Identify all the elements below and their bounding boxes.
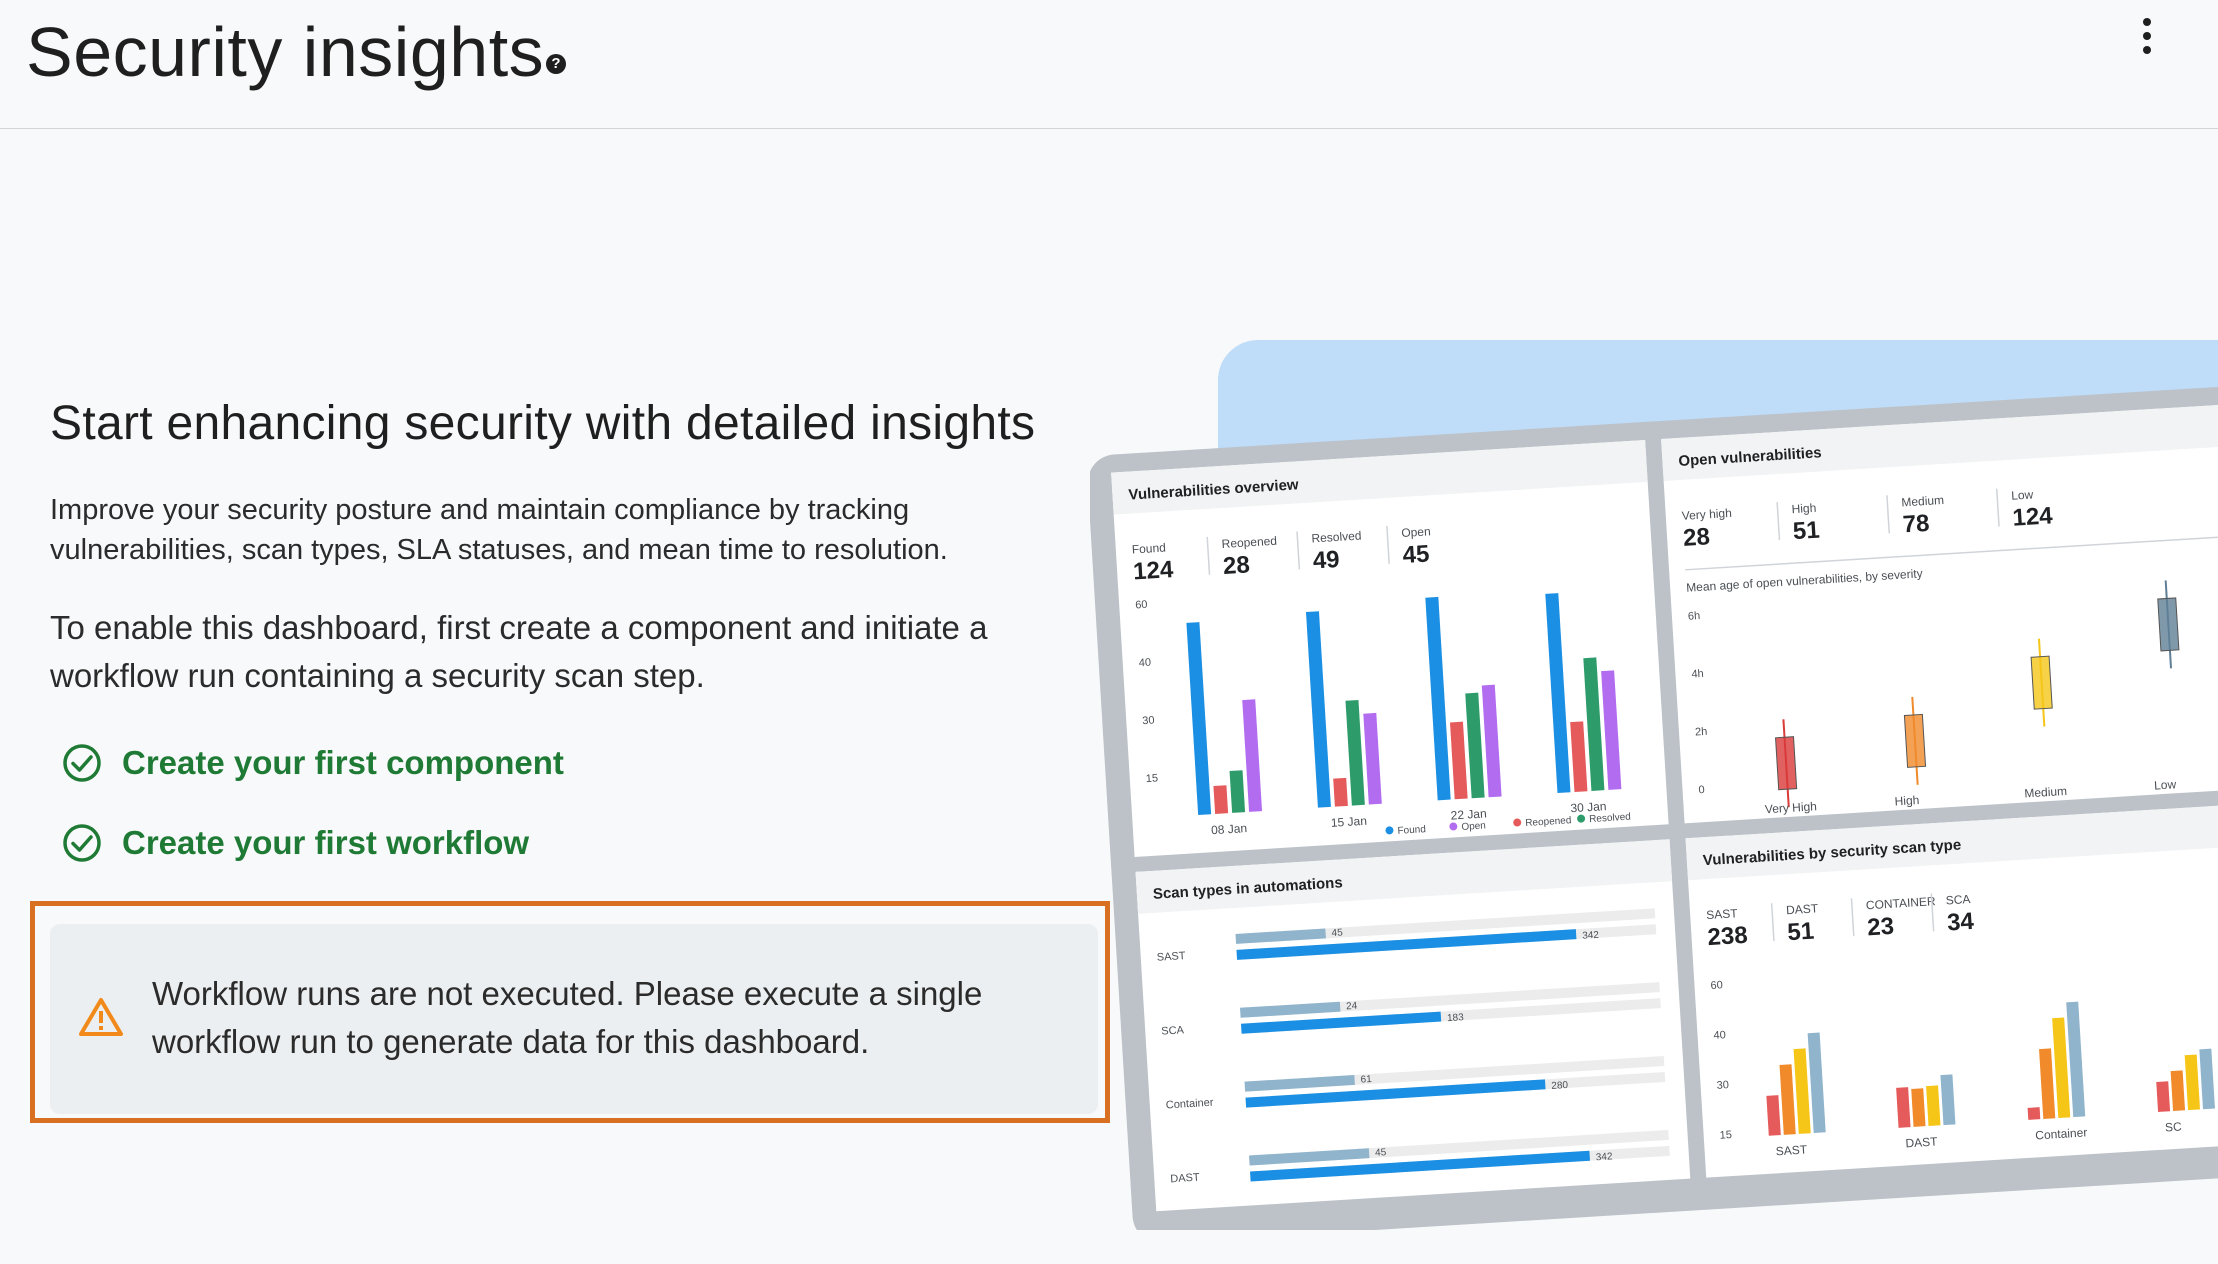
bar-value: 45 — [1375, 1147, 1387, 1159]
y-tick-label: 30 — [1142, 714, 1155, 727]
create-workflow-link[interactable]: Create your first workflow — [62, 820, 529, 866]
bar-value: 24 — [1346, 1001, 1358, 1013]
bar — [2170, 1070, 2186, 1112]
stat-value: 23 — [1866, 913, 1894, 942]
scan-type-vulnerabilities-panel: Vulnerabilities by security scan type SA… — [1685, 803, 2218, 1178]
stat-value: 238 — [1707, 922, 1749, 951]
stat-label: Found — [1131, 540, 1166, 556]
scan-types-panel: Scan types in automations SAST45 342SCA24… — [1135, 839, 1691, 1212]
warning-alert: Workflow runs are not executed. Please e… — [50, 924, 1098, 1114]
box-plot — [1775, 736, 1798, 791]
bar-value: 342 — [1596, 1151, 1614, 1163]
bar — [2027, 1107, 2041, 1120]
y-tick-label: 40 — [1138, 657, 1151, 670]
bar — [1766, 1095, 1781, 1136]
y-tick-label: 60 — [1135, 599, 1148, 612]
stat-value: 28 — [1222, 551, 1250, 580]
stat-value: 34 — [1946, 908, 1975, 937]
dashboard-preview-illustration: Vulnerabilities overview Found 124 Reopene… — [1090, 330, 2218, 1230]
x-tick-label: SC — [2165, 1120, 2183, 1135]
y-tick-label: 15 — [1146, 772, 1159, 785]
x-tick-label: 08 Jan — [1211, 821, 1248, 837]
stat-label: Open — [1401, 524, 1431, 540]
bar — [1896, 1087, 1911, 1128]
legend-label: Open — [1461, 820, 1486, 832]
vulnerabilities-overview-panel: Vulnerabilities overview Found124Reopene… — [1111, 440, 1669, 857]
bar — [2156, 1081, 2171, 1112]
y-tick-label: 0 — [1698, 784, 1705, 796]
stat-label: DAST — [1786, 901, 1819, 917]
empty-state-heading: Start enhancing security with detailed i… — [50, 397, 1036, 450]
create-workflow-label: Create your first workflow — [122, 824, 530, 861]
check-circle-icon — [63, 824, 101, 862]
warning-icon — [79, 998, 123, 1036]
stat-value: 124 — [1132, 556, 1174, 585]
row-label: DAST — [1170, 1172, 1200, 1186]
bar-value: 183 — [1447, 1012, 1465, 1024]
x-tick-label: Medium — [2024, 784, 2067, 801]
alert-message: Workflow runs are not executed. Please e… — [152, 975, 983, 1060]
enable-instructions: To enable this dashboard, first create a… — [50, 609, 988, 694]
stat-value: 51 — [1787, 918, 1815, 947]
create-component-link[interactable]: Create your first component — [62, 740, 564, 786]
stat-value: 49 — [1312, 546, 1340, 575]
bar-value: 280 — [1551, 1080, 1569, 1092]
open-vulnerabilities-panel: Open vulnerabilities Very high28High51Me… — [1661, 404, 2218, 824]
stat-value: 45 — [1402, 540, 1430, 569]
stat-label: Medium — [1901, 493, 1944, 510]
legend-label: Found — [1397, 824, 1426, 837]
bar-reopened — [1333, 777, 1348, 807]
x-tick-label: SAST — [1775, 1142, 1808, 1158]
x-tick-label: Low — [2154, 777, 2177, 792]
check-circle-icon — [63, 744, 101, 782]
stat-value: 78 — [1902, 510, 1930, 539]
box-plot — [2030, 655, 2053, 710]
y-tick-label: 4h — [1691, 668, 1704, 681]
page-title: Security insights — [26, 13, 545, 91]
stat-label: Low — [2011, 487, 2034, 502]
bar-value: 61 — [1360, 1074, 1372, 1086]
box-plot — [1903, 713, 1927, 768]
stat-value: 28 — [1682, 523, 1710, 552]
bar-value: 342 — [1582, 930, 1600, 942]
stat-label: SCA — [1945, 892, 1970, 907]
bar-reopened — [1213, 785, 1229, 814]
bar — [1911, 1088, 1926, 1127]
empty-state-description: Improve your security posture and mainta… — [50, 494, 948, 566]
x-tick-label: High — [1894, 793, 1919, 808]
x-tick-label: 15 Jan — [1330, 814, 1367, 830]
box-plot — [2157, 597, 2180, 652]
more-vert-icon[interactable] — [2132, 16, 2162, 56]
y-tick-label: 40 — [1713, 1029, 1726, 1042]
y-tick-label: 30 — [1716, 1079, 1729, 1092]
x-tick-label: DAST — [1905, 1134, 1938, 1150]
stat-label: SAST — [1706, 906, 1739, 922]
bar — [1926, 1085, 1941, 1126]
row-label: SCA — [1161, 1024, 1185, 1037]
create-component-label: Create your first component — [122, 744, 564, 781]
stat-label: High — [1791, 501, 1816, 516]
y-tick-label: 15 — [1719, 1129, 1732, 1142]
stat-value: 51 — [1792, 517, 1820, 546]
stat-value: 124 — [2012, 502, 2054, 531]
help-icon[interactable]: ? — [546, 54, 566, 74]
page-header: Security insights ? — [0, 0, 2218, 129]
y-tick-label: 6h — [1688, 610, 1701, 623]
bar-resolved — [1229, 770, 1246, 813]
y-tick-label: 60 — [1710, 979, 1723, 992]
bar-value: 45 — [1331, 927, 1343, 939]
y-tick-label: 2h — [1695, 726, 1708, 739]
row-label: SAST — [1156, 950, 1186, 964]
